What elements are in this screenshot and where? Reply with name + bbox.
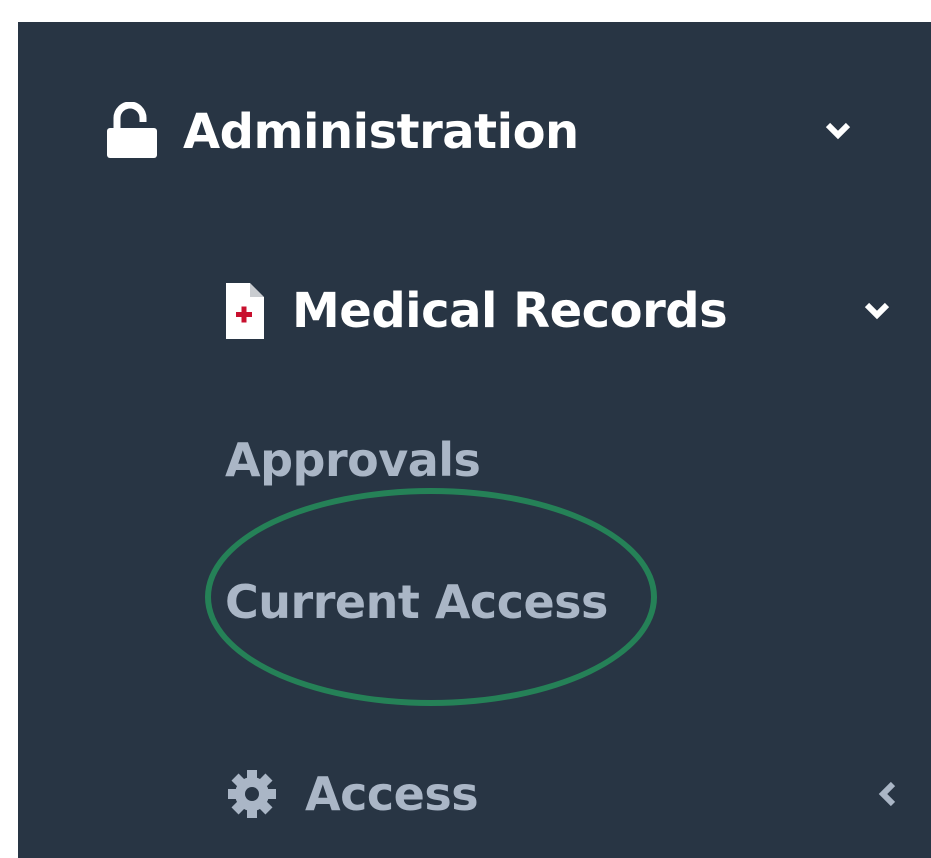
chevron-left-icon [877,780,899,812]
sidebar-item-access[interactable]: Access [225,762,915,826]
medical-file-icon [222,281,268,341]
chevron-down-icon [825,120,851,146]
sidebar-item-label: Access [305,767,479,821]
sidebar-nav: Administration Medical Records Approvals [18,22,931,858]
sidebar-item-medical-records[interactable]: Medical Records [222,278,922,344]
sidebar-item-current-access[interactable]: Current Access [225,570,608,634]
sidebar-item-label: Current Access [225,575,608,629]
sidebar-item-label: Medical Records [292,283,728,339]
sidebar-item-approvals[interactable]: Approvals [225,428,481,492]
gear-icon [225,767,279,821]
unlock-icon [103,101,163,162]
chevron-down-icon [864,300,890,326]
sidebar-item-label: Approvals [225,433,481,487]
sidebar-item-administration[interactable]: Administration [103,101,913,162]
sidebar-item-label: Administration [183,104,579,160]
